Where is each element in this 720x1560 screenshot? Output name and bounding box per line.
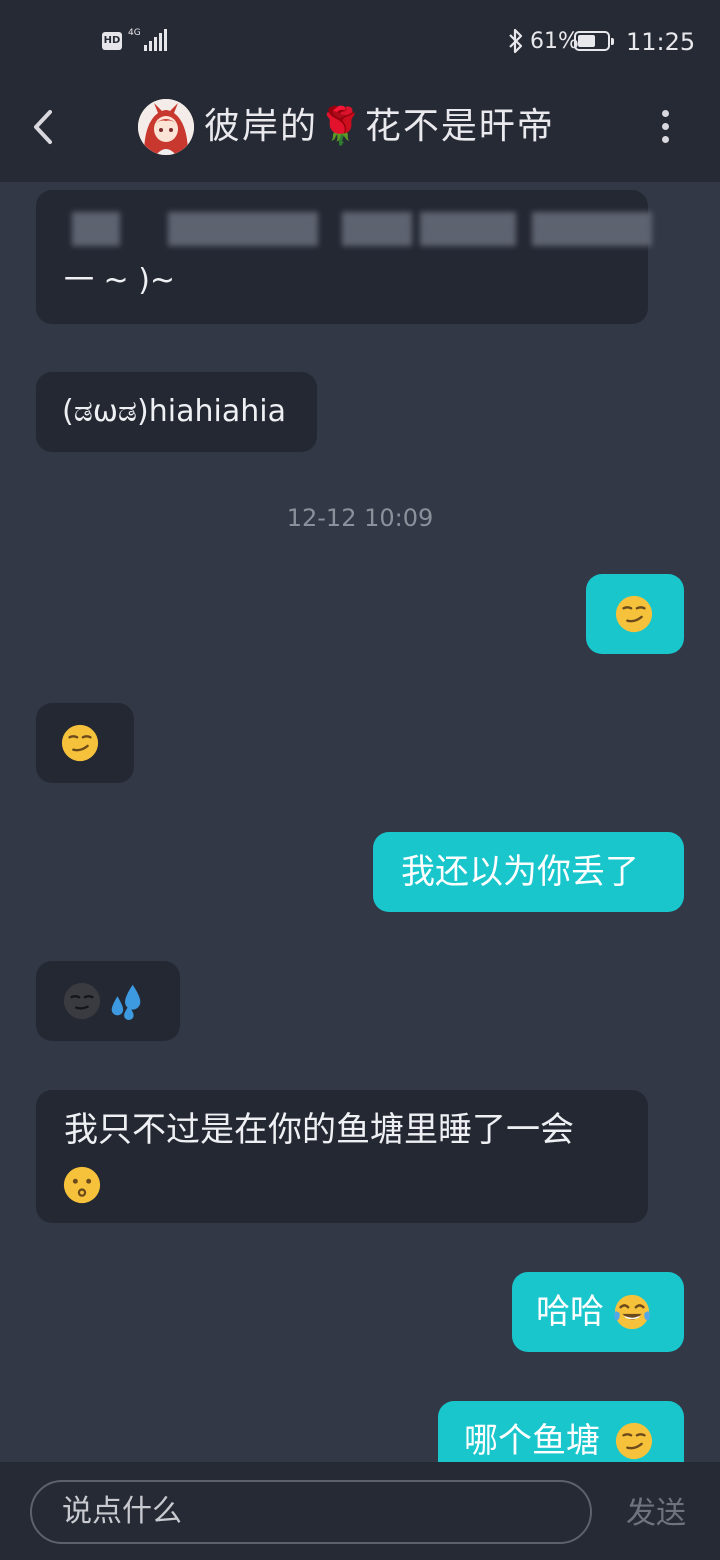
smirk-emoji-icon	[615, 1422, 653, 1460]
battery-icon	[574, 31, 614, 51]
message-outgoing[interactable]: 哈哈	[512, 1272, 684, 1352]
message-incoming[interactable]: 我只不过是在你的鱼塘里睡了一会	[36, 1090, 648, 1223]
kissing-face-emoji-icon	[63, 1166, 101, 1204]
message-outgoing[interactable]: 我还以为你丢了	[373, 832, 684, 912]
sweat-droplets-emoji-icon	[111, 984, 141, 1021]
smirk-emoji-icon	[61, 724, 99, 762]
chevron-left-icon	[34, 110, 52, 144]
smirk-emoji-icon	[615, 595, 653, 633]
message-incoming[interactable]: 一 ~ )~	[36, 190, 652, 324]
clock: 11:25	[626, 28, 696, 56]
more-button[interactable]	[650, 104, 682, 148]
back-button[interactable]	[24, 102, 64, 152]
bluetooth-icon	[509, 28, 523, 54]
message-text: 哈哈	[536, 1292, 604, 1332]
status-bar: HD 4G 61% 11:25	[0, 0, 720, 82]
message-incoming[interactable]	[36, 703, 134, 783]
tears-of-joy-emoji-icon	[614, 1294, 650, 1330]
battery-fill	[578, 35, 596, 47]
chat-screen: HD 4G 61% 11:25 彼岸的🌹花不是旰帝 一 ~)~ (ಡωಡ)hi…	[0, 0, 720, 1560]
input-bar: 说点什么 发送	[0, 1462, 720, 1560]
message-incoming[interactable]: (ಡωಡ)hiahiahia	[36, 372, 317, 452]
message-text: 一 ~ )~	[64, 263, 176, 298]
new-moon-face-emoji-icon	[63, 982, 101, 1020]
message-incoming[interactable]	[36, 961, 180, 1041]
network-type: 4G	[128, 28, 141, 38]
message-text: (ಡωಡ)hiahiahia	[62, 394, 286, 429]
timestamp: 12-12 10:09	[286, 504, 434, 532]
send-button[interactable]: 发送	[616, 1492, 696, 1536]
battery-percent: 61%	[530, 29, 579, 54]
signal-icon	[144, 29, 168, 51]
message-text: 我还以为你丢了	[401, 852, 639, 892]
message-text: 哪个鱼塘	[464, 1421, 600, 1461]
avatar[interactable]	[138, 99, 194, 155]
message-input[interactable]: 说点什么	[30, 1480, 592, 1544]
chat-title: 彼岸的🌹花不是旰帝	[204, 106, 555, 147]
avatar-image	[138, 99, 194, 155]
hd-badge: HD	[102, 32, 122, 50]
chat-header: 彼岸的🌹花不是旰帝	[0, 82, 720, 182]
message-outgoing[interactable]	[586, 574, 684, 654]
message-text: 我只不过是在你的鱼塘里睡了一会	[64, 1110, 574, 1150]
